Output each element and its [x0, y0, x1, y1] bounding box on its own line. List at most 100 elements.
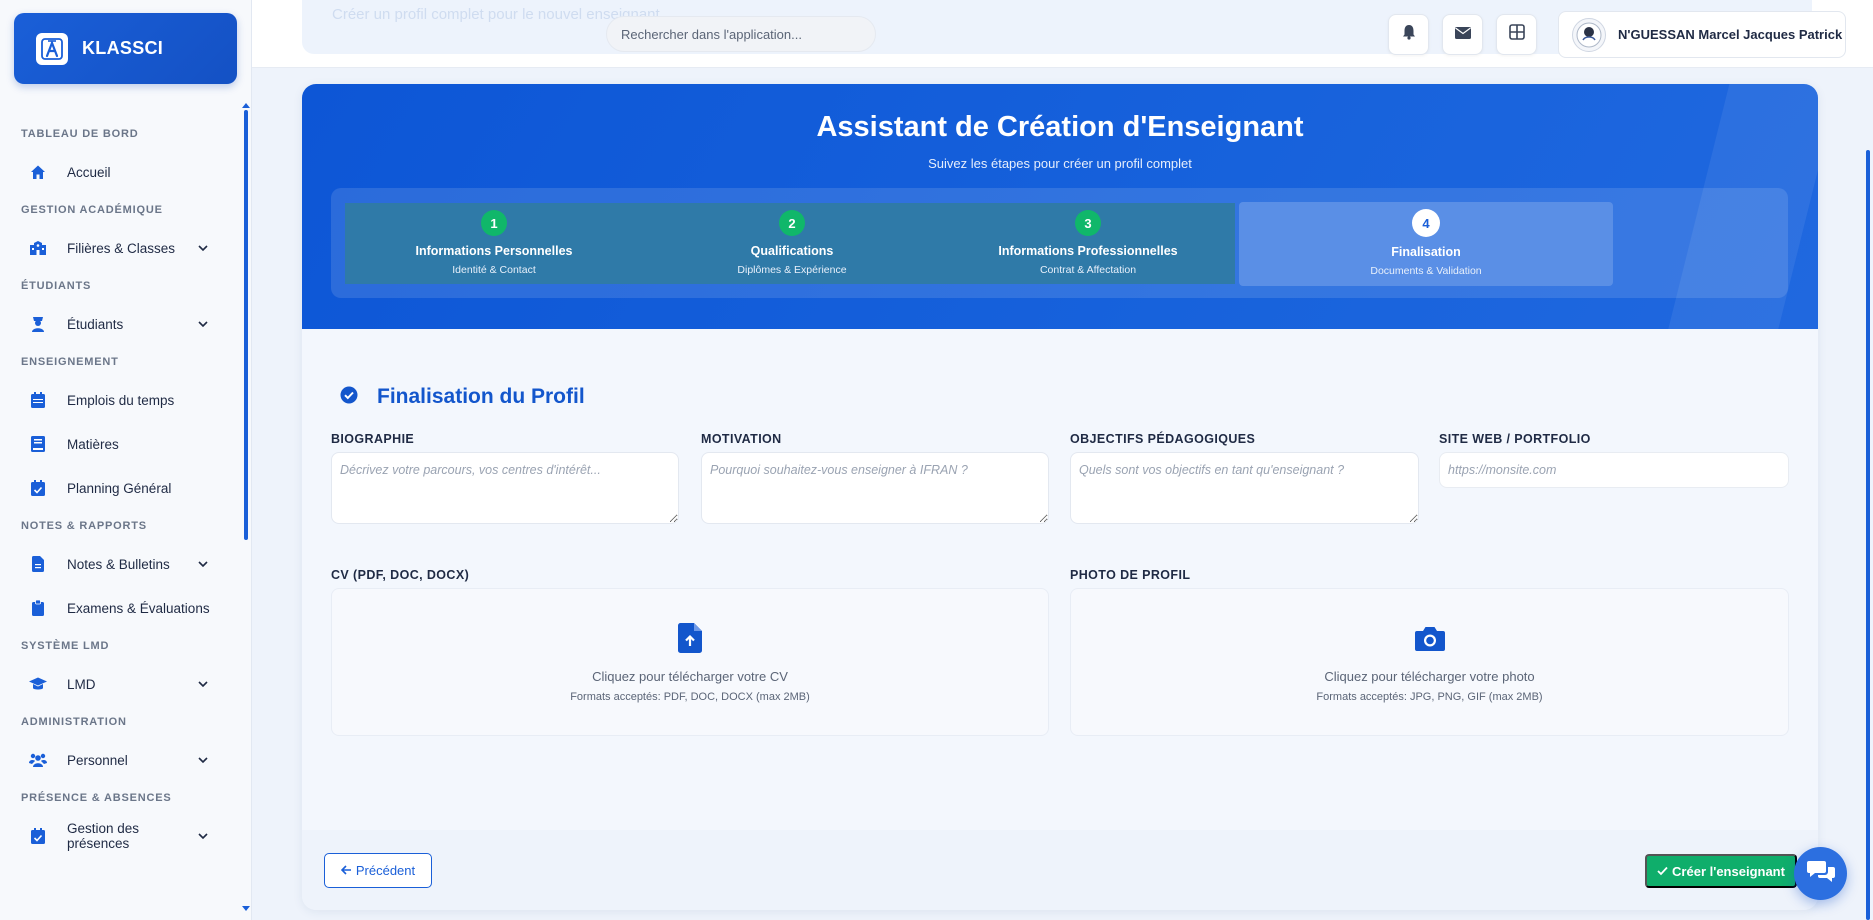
users-icon [29, 751, 47, 769]
sidebar-item-label: Personnel [67, 752, 128, 768]
apps-button[interactable] [1496, 14, 1537, 55]
sidebar-item-filieres-classes[interactable]: Filières & Classes [0, 226, 240, 270]
nav-section-title: ÉTUDIANTS [21, 280, 92, 292]
school-icon [29, 239, 47, 257]
sidebar-scroll-up-arrow[interactable] [242, 103, 250, 108]
teacher-wizard-card: Assistant de Création d'Enseignant Suive… [302, 84, 1818, 910]
previous-button-label: Précédent [355, 863, 416, 878]
cv-upload-dropzone[interactable]: Cliquez pour télécharger votre CV Format… [331, 588, 1049, 736]
site-web-input[interactable] [1439, 452, 1789, 488]
file-icon [29, 555, 47, 573]
cv-upload-formats: Formats acceptés: PDF, DOC, DOCX (max 2M… [570, 691, 810, 703]
sidebar-item-label: LMD [67, 676, 96, 692]
wizard-step-3[interactable]: 3 Informations Professionnelles Contrat … [941, 203, 1235, 284]
brand-logo-block[interactable]: KLASSCI [14, 13, 237, 84]
chevron-down-icon [196, 753, 210, 767]
calendar-check-icon [29, 827, 47, 845]
page-subtitle: Suivez les étapes pour créer un profil c… [928, 156, 1192, 171]
nav-section-title: TABLEAU DE BORD [21, 128, 139, 140]
chevron-down-icon [196, 829, 210, 843]
objectifs-label: OBJECTIFS PÉDAGOGIQUES [1070, 432, 1256, 446]
step-title: Qualifications [750, 244, 834, 258]
sidebar-item-label: Gestion des présences [67, 821, 140, 851]
sidebar-item-emplois-du-temps[interactable]: Emplois du temps [0, 378, 240, 422]
step-title: Informations Professionnelles [998, 244, 1178, 258]
chat-bubbles-icon [1806, 859, 1835, 888]
arrow-left-icon [340, 863, 352, 878]
sidebar-item-planning-general[interactable]: Planning Général [0, 466, 240, 510]
bell-icon [1402, 24, 1416, 45]
cv-upload-text: Cliquez pour télécharger votre CV [592, 669, 788, 684]
book-icon [29, 435, 47, 453]
step-number: 2 [779, 210, 805, 236]
sidebar-item-lmd[interactable]: LMD [0, 662, 240, 706]
chevron-down-icon [196, 677, 210, 691]
grid-icon [1508, 24, 1525, 45]
previous-button[interactable]: Précédent [324, 853, 432, 888]
motivation-label: MOTIVATION [701, 432, 782, 446]
camera-icon [1414, 623, 1445, 653]
sidebar-item-accueil[interactable]: Accueil [0, 150, 240, 194]
sidebar-scrollbar[interactable] [244, 110, 248, 540]
graduation-cap-icon [29, 675, 47, 693]
sidebar-item-label: Planning Général [67, 480, 172, 496]
sidebar-item-label: Examens & Évaluations [67, 600, 210, 616]
student-icon [29, 315, 47, 333]
wizard-header: Assistant de Création d'Enseignant Suive… [302, 84, 1818, 329]
klassci-logo-icon [36, 32, 68, 65]
sidebar-item-examens-evaluations[interactable]: Examens & Évaluations [0, 586, 240, 630]
sidebar-nav: TABLEAU DE BORD Accueil GESTION ACADÉMIQ… [0, 118, 240, 858]
create-teacher-button[interactable]: Créer l'enseignant [1645, 854, 1797, 888]
calendar-check-icon [29, 479, 47, 497]
wizard-footer [302, 830, 1818, 910]
objectifs-field[interactable] [1070, 452, 1419, 524]
sidebar-item-label: Notes & Bulletins [67, 556, 170, 572]
sidebar-item-notes-bulletins[interactable]: Notes & Bulletins [0, 542, 240, 586]
envelope-icon [1454, 26, 1471, 44]
messages-button[interactable] [1442, 14, 1483, 55]
main-scrollbar[interactable] [1866, 150, 1870, 920]
sidebar-scroll-down-arrow[interactable] [242, 906, 250, 911]
biographie-field[interactable] [331, 452, 679, 524]
sidebar-item-personnel[interactable]: Personnel [0, 738, 240, 782]
sidebar-item-matieres[interactable]: Matières [0, 422, 240, 466]
create-teacher-button-label: Créer l'enseignant [1672, 863, 1785, 879]
wizard-step-2[interactable]: 2 Qualifications Diplômes & Expérience [643, 203, 941, 284]
motivation-field[interactable] [701, 452, 1049, 524]
user-name: N'GUESSAN Marcel Jacques Patrick [1618, 27, 1843, 42]
notifications-button[interactable] [1388, 14, 1429, 55]
sidebar-item-label: Emplois du temps [67, 392, 175, 408]
sidebar-item-etudiants[interactable]: Étudiants [0, 302, 240, 346]
biographie-label: BIOGRAPHIE [331, 432, 415, 446]
nav-section-title: ADMINISTRATION [21, 716, 127, 728]
photo-upload-dropzone[interactable]: Cliquez pour télécharger votre photo For… [1070, 588, 1789, 736]
page-title: Assistant de Création d'Enseignant [816, 111, 1304, 143]
wizard-step-4[interactable]: 4 Finalisation Documents & Validation [1239, 202, 1613, 286]
calendar-icon [29, 391, 47, 409]
section-title: Finalisation du Profil [377, 385, 585, 408]
search-input[interactable] [606, 16, 876, 52]
avatar [1572, 17, 1606, 52]
home-icon [29, 163, 47, 181]
step-subtitle: Contrat & Affectation [1039, 264, 1137, 276]
nav-section-title: SYSTÈME LMD [21, 640, 110, 652]
nav-section-title: ENSEIGNEMENT [21, 356, 119, 368]
wizard-step-1[interactable]: 1 Informations Personnelles Identité & C… [345, 203, 643, 284]
user-menu[interactable]: N'GUESSAN Marcel Jacques Patrick [1558, 11, 1846, 58]
step-title: Finalisation [1391, 245, 1461, 259]
site-web-label: SITE WEB / PORTFOLIO [1439, 432, 1591, 446]
sidebar: KLASSCI TABLEAU DE BORD Accueil GESTION … [0, 0, 252, 920]
step-number: 1 [481, 210, 507, 236]
brand-name: KLASSCI [82, 38, 164, 58]
chat-support-button[interactable] [1794, 847, 1847, 900]
section-header: Finalisation du Profil [340, 385, 585, 409]
photo-upload-formats: Formats acceptés: JPG, PNG, GIF (max 2MB… [1316, 691, 1543, 703]
step-title: Informations Personnelles [415, 244, 573, 258]
step-number: 4 [1412, 209, 1440, 237]
sidebar-item-gestion-presences[interactable]: Gestion des présences [0, 814, 240, 858]
chevron-down-icon [196, 317, 210, 331]
photo-upload-text: Cliquez pour télécharger votre photo [1324, 669, 1535, 684]
nav-section-title: PRÉSENCE & ABSENCES [21, 792, 172, 804]
file-upload-icon [675, 623, 705, 653]
nav-section-title: NOTES & RAPPORTS [21, 520, 147, 532]
